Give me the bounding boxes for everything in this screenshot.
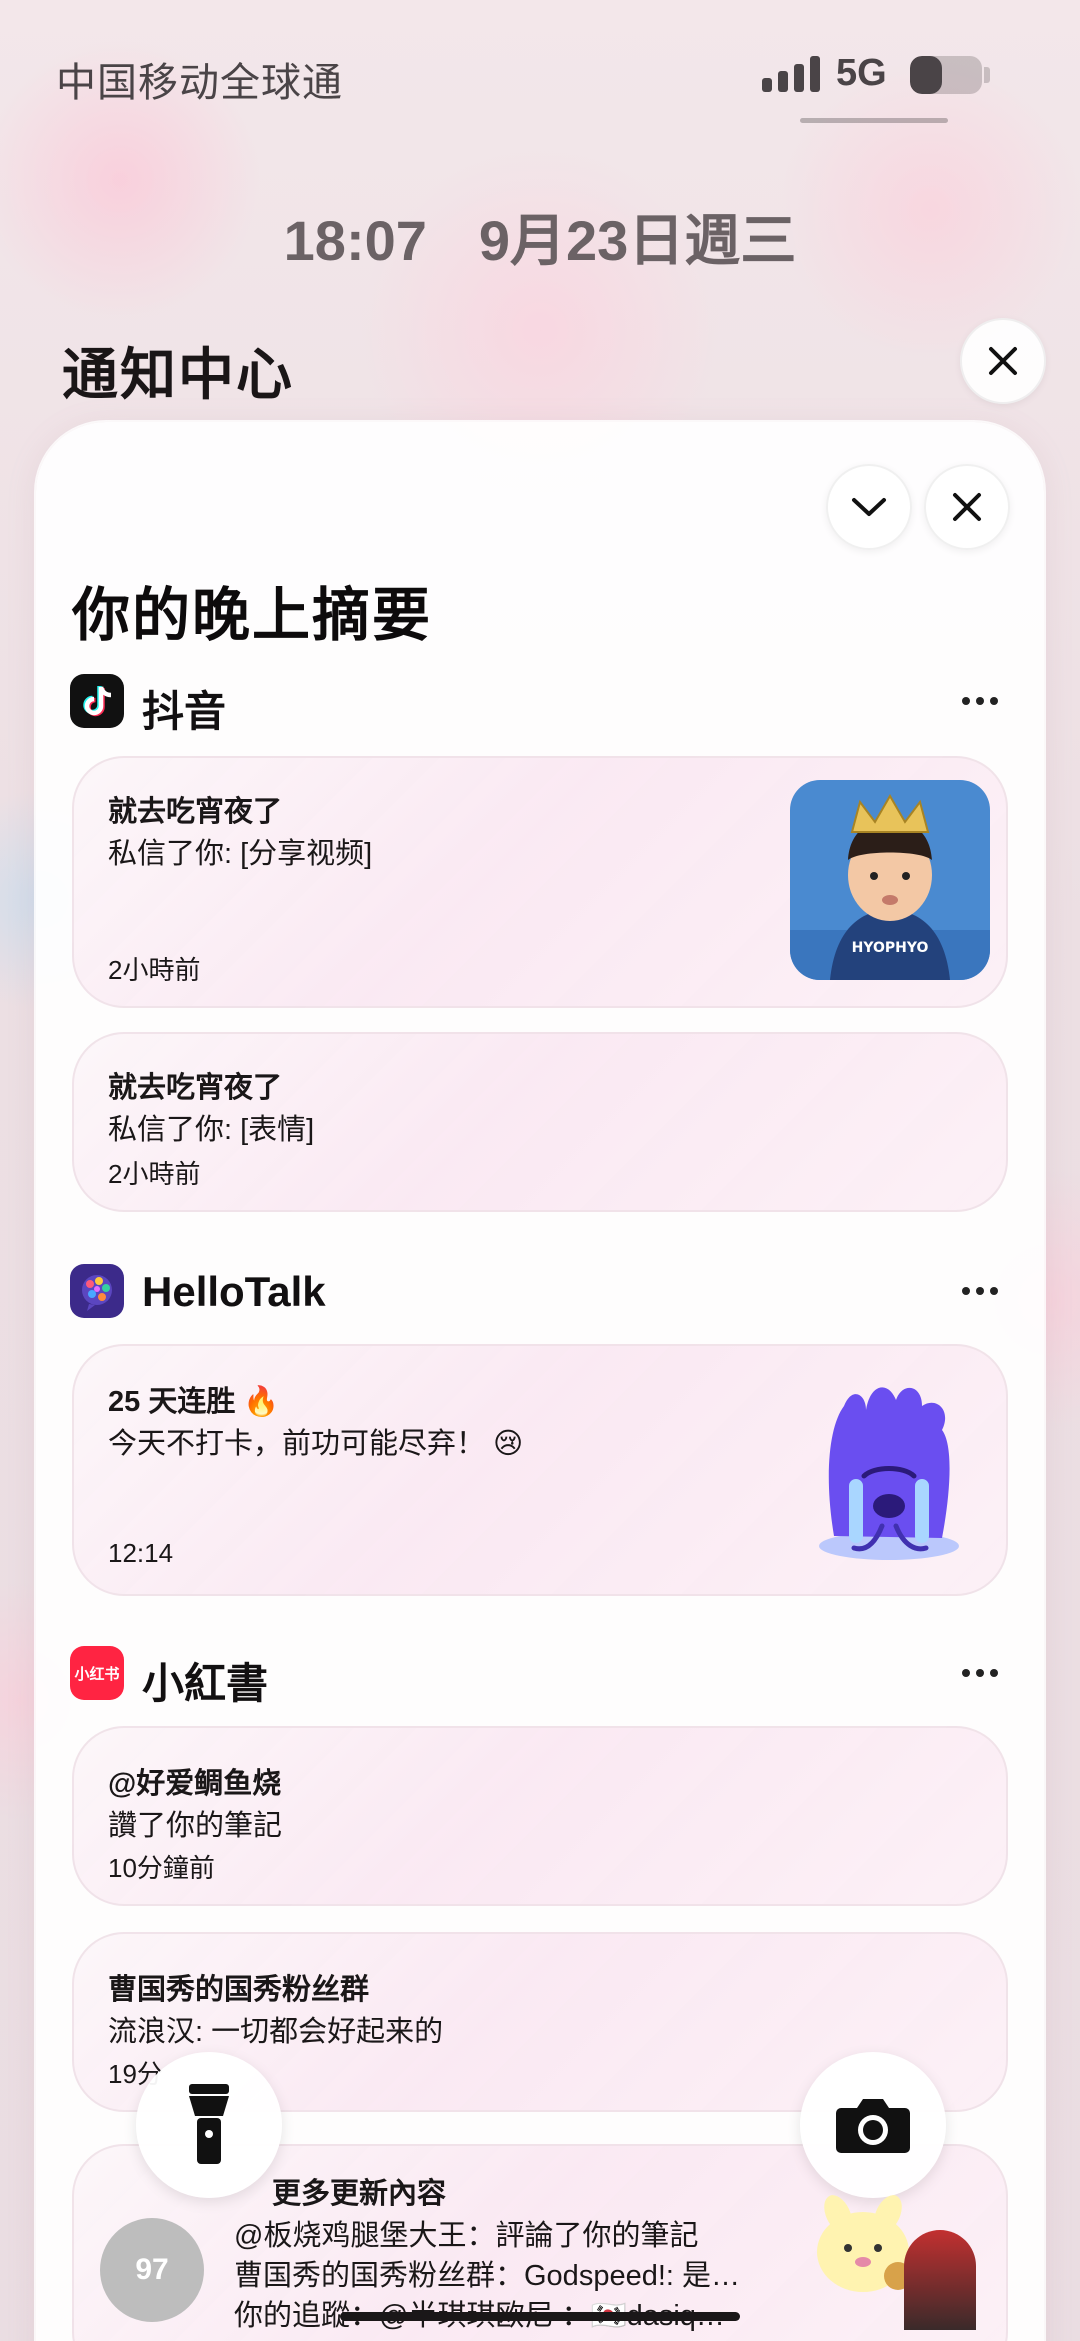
notification-card[interactable]: 就去吃宵夜了 私信了你: [分享视频] 2小時前 HYOPHYO (72, 756, 1008, 1008)
battery-icon (910, 56, 982, 94)
svg-text:HYOPHYO: HYOPHYO (852, 940, 929, 956)
camera-icon (836, 2099, 910, 2153)
cellular-signal-icon (762, 56, 820, 92)
home-indicator[interactable] (340, 2312, 740, 2321)
notification-card[interactable]: 就去吃宵夜了 私信了你: [表情] 2小時前 (72, 1032, 1008, 1212)
time-date: 18:07 9月23日週三 (0, 196, 1080, 277)
stack-line: 曹国秀的国秀粉丝群：Godspeed!: 是… (234, 2260, 740, 2292)
notification-time: 2小時前 (108, 955, 201, 985)
control-center-grabber[interactable] (800, 118, 948, 123)
avatar (904, 2230, 976, 2330)
network-type: 5G (836, 52, 887, 94)
app-name-xiaohongshu: 小紅書 (142, 1660, 269, 1707)
sticker-decoration (808, 2190, 918, 2300)
app-group-header-hellotalk: HelloTalk (70, 1262, 1010, 1320)
close-icon (989, 347, 1017, 375)
notification-count-badge: 97 (100, 2218, 204, 2322)
hellotalk-more-button[interactable] (950, 1262, 1010, 1320)
notification-message: 私信了你: [分享视频] (108, 838, 373, 870)
clock-date: 9月23日週三 (478, 209, 797, 272)
close-icon (953, 493, 981, 521)
stack-title: 更多更新內容 (272, 2178, 447, 2210)
summary-close-button[interactable] (924, 464, 1010, 550)
shared-video-thumbnail[interactable]: HYOPHYO (790, 780, 990, 980)
notification-time: 2小時前 (108, 1159, 201, 1189)
notification-center-close-button[interactable] (960, 318, 1046, 404)
summary-title: 你的晚上摘要 (72, 583, 433, 648)
douyin-icon (70, 674, 124, 728)
notification-card[interactable]: @好爱鲷鱼烧 讚了你的筆記 10分鐘前 (72, 1726, 1008, 1906)
notification-message: 今天不打卡，前功可能尽弃！ 😢 (108, 1428, 524, 1460)
app-name-douyin: 抖音 (142, 688, 227, 735)
notification-title: 25 天连胜 🔥 (108, 1386, 280, 1418)
carrier-name: 中国移动全球通 (56, 61, 343, 105)
clock-time: 18:07 (283, 209, 427, 272)
xiaohongshu-icon: 小红书 (70, 1646, 124, 1700)
app-group-header-douyin: 抖音 (70, 672, 1010, 735)
flashlight-icon (189, 2084, 229, 2164)
chevron-down-icon (852, 498, 886, 516)
notification-message: 流浪汉: 一切都会好起来的 (108, 2016, 444, 2048)
notification-message: 讚了你的筆記 (108, 1810, 283, 1842)
notification-time: 12:14 (108, 1538, 174, 1568)
douyin-more-button[interactable] (950, 672, 1010, 730)
notification-center-title: 通知中心 (62, 343, 294, 406)
camera-button[interactable] (800, 2052, 946, 2198)
app-group-header-xiaohongshu: 小红书 小紅書 (70, 1644, 1010, 1707)
battery-tip (984, 67, 990, 83)
notification-message: 私信了你: [表情] (108, 1114, 315, 1146)
notification-sender: 曹国秀的国秀粉丝群 (108, 1974, 370, 2006)
xiaohongshu-more-button[interactable] (950, 1644, 1010, 1702)
crying-mascot-sticker (804, 1366, 974, 1566)
app-name-hellotalk: HelloTalk (142, 1268, 326, 1315)
status-bar: 中国移动全球通 5G (0, 0, 1080, 140)
stack-line: @板烧鸡腿堡大王：評論了你的筆記 (234, 2220, 699, 2252)
notification-sender: 就去吃宵夜了 (108, 1072, 283, 1104)
notification-time: 10分鐘前 (108, 1853, 215, 1883)
hellotalk-icon (70, 1264, 124, 1318)
notification-card[interactable]: 25 天连胜 🔥 今天不打卡，前功可能尽弃！ 😢 12:14 (72, 1344, 1008, 1596)
notification-sender: @好爱鲷鱼烧 (108, 1768, 282, 1800)
flashlight-button[interactable] (136, 2052, 282, 2198)
summary-collapse-button[interactable] (826, 464, 912, 550)
notification-sender: 就去吃宵夜了 (108, 796, 283, 828)
